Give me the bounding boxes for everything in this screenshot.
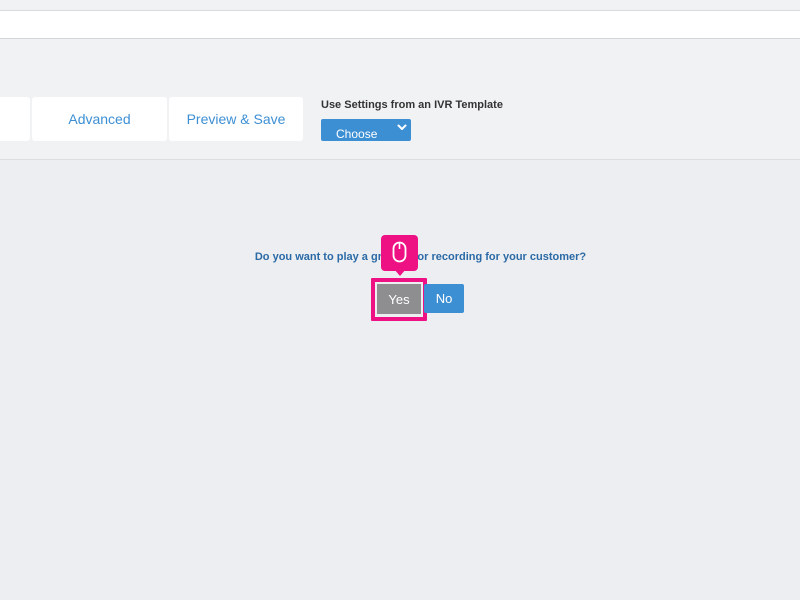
no-button[interactable]: No — [424, 284, 464, 313]
tab-preview-save-label: Preview & Save — [186, 111, 286, 127]
mouse-icon — [392, 241, 407, 263]
browser-top-strip — [0, 0, 800, 10]
wizard-toolbar: Advanced Preview & Save Use Settings fro… — [0, 39, 800, 160]
yes-button[interactable]: Yes — [377, 284, 421, 314]
chevron-down-icon — [397, 124, 407, 130]
tab-previous[interactable] — [0, 97, 30, 141]
tab-advanced[interactable]: Advanced — [32, 97, 167, 141]
content-area: Do you want to play a greeting or record… — [0, 160, 800, 600]
template-select-value: Choose — [336, 127, 378, 141]
address-bar[interactable] — [0, 10, 800, 39]
template-label: Use Settings from an IVR Template — [321, 99, 503, 111]
template-select[interactable]: Choose — [321, 119, 411, 141]
click-indicator-tip — [394, 269, 406, 276]
tab-preview-save[interactable]: Preview & Save — [169, 97, 303, 141]
click-indicator — [381, 235, 418, 271]
tab-advanced-label: Advanced — [68, 111, 131, 127]
